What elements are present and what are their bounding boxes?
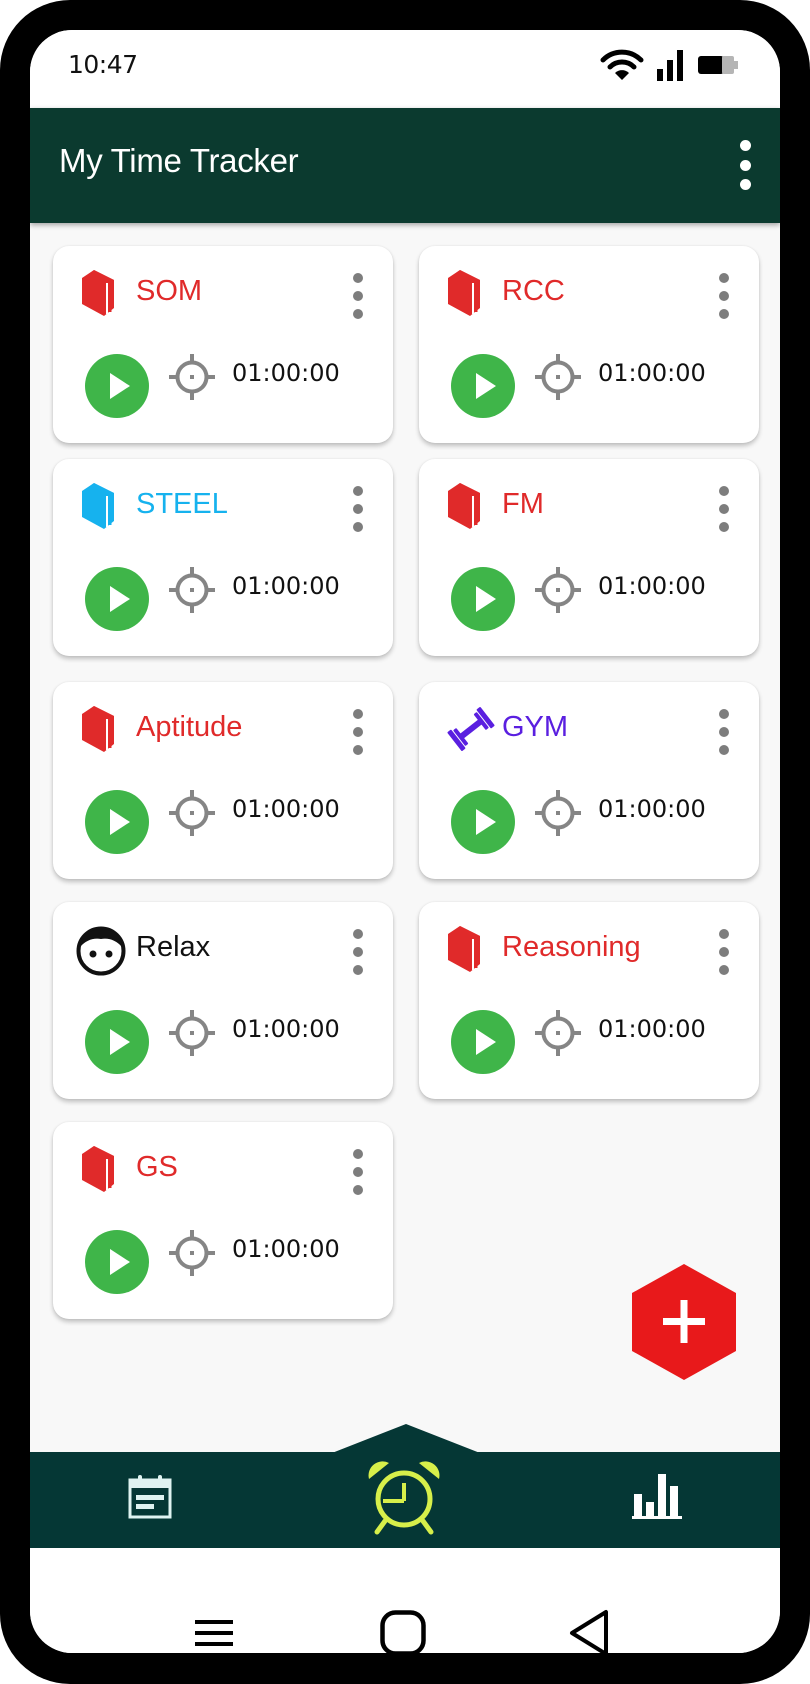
app-bar: My Time Tracker bbox=[30, 108, 780, 223]
home-icon[interactable] bbox=[380, 1610, 426, 1653]
play-button[interactable] bbox=[85, 1010, 149, 1074]
more-vert-icon[interactable] bbox=[717, 709, 731, 755]
activity-name: GYM bbox=[502, 711, 569, 743]
calendar-icon bbox=[128, 1475, 172, 1519]
recents-icon[interactable] bbox=[195, 1620, 233, 1650]
nav-timer[interactable] bbox=[363, 1457, 445, 1541]
alarm-clock-icon bbox=[368, 1461, 440, 1535]
activity-card[interactable]: RCC 01:00:00 bbox=[419, 246, 759, 443]
battery-icon bbox=[698, 56, 738, 74]
activity-name: RCC bbox=[502, 275, 565, 307]
activity-name: Relax bbox=[136, 931, 211, 963]
target-time: 01:00:00 bbox=[598, 795, 706, 823]
target-icon[interactable] bbox=[168, 353, 216, 401]
target-icon[interactable] bbox=[534, 789, 582, 837]
book-icon bbox=[446, 268, 484, 318]
activity-name: Reasoning bbox=[502, 931, 641, 963]
face-icon bbox=[75, 925, 127, 976]
book-icon bbox=[446, 481, 484, 531]
target-icon[interactable] bbox=[534, 1009, 582, 1057]
play-button[interactable] bbox=[85, 354, 149, 418]
play-button[interactable] bbox=[85, 1230, 149, 1294]
more-vert-icon[interactable] bbox=[717, 486, 731, 532]
target-time: 01:00:00 bbox=[232, 359, 340, 387]
book-icon bbox=[80, 481, 118, 531]
more-vert-icon[interactable] bbox=[351, 709, 365, 755]
more-vert-icon[interactable] bbox=[732, 140, 758, 190]
target-time: 01:00:00 bbox=[232, 795, 340, 823]
add-activity-button[interactable] bbox=[630, 1262, 738, 1382]
activity-name: FM bbox=[502, 488, 544, 520]
activity-card[interactable]: STEEL 01:00:00 bbox=[53, 459, 393, 656]
status-bar: 10:47 bbox=[30, 30, 780, 108]
dumbbell-icon bbox=[446, 704, 496, 754]
play-button[interactable] bbox=[451, 567, 515, 631]
play-button[interactable] bbox=[451, 1010, 515, 1074]
more-vert-icon[interactable] bbox=[351, 486, 365, 532]
more-vert-icon[interactable] bbox=[717, 929, 731, 975]
play-button[interactable] bbox=[85, 790, 149, 854]
plus-icon bbox=[632, 1264, 736, 1380]
activity-card[interactable]: SOM 01:00:00 bbox=[53, 246, 393, 443]
signal-icon bbox=[657, 50, 683, 81]
target-time: 01:00:00 bbox=[232, 1015, 340, 1043]
activity-card[interactable]: Relax 01:00:00 bbox=[53, 902, 393, 1099]
activity-card[interactable]: GS 01:00:00 bbox=[53, 1122, 393, 1319]
book-icon bbox=[80, 1144, 118, 1194]
activity-card[interactable]: Reasoning 01:00:00 bbox=[419, 902, 759, 1099]
more-vert-icon[interactable] bbox=[717, 273, 731, 319]
target-icon[interactable] bbox=[168, 1229, 216, 1277]
wifi-icon bbox=[600, 49, 644, 80]
play-button[interactable] bbox=[451, 354, 515, 418]
play-button[interactable] bbox=[85, 567, 149, 631]
target-icon[interactable] bbox=[168, 1009, 216, 1057]
activity-card[interactable]: Aptitude 01:00:00 bbox=[53, 682, 393, 879]
nav-bump bbox=[30, 1424, 780, 1454]
nav-stats[interactable] bbox=[632, 1472, 684, 1524]
book-icon bbox=[80, 704, 118, 754]
activity-card[interactable]: FM 01:00:00 bbox=[419, 459, 759, 656]
phone-screen: 10:47 My Time Tracker SOM 01:00:00 RCC 0… bbox=[30, 30, 780, 1653]
target-time: 01:00:00 bbox=[598, 359, 706, 387]
target-icon[interactable] bbox=[534, 566, 582, 614]
more-vert-icon[interactable] bbox=[351, 273, 365, 319]
activity-card[interactable]: GYM 01:00:00 bbox=[419, 682, 759, 879]
bottom-nav bbox=[30, 1452, 780, 1548]
book-icon bbox=[80, 268, 118, 318]
status-time: 10:47 bbox=[68, 50, 138, 79]
target-time: 01:00:00 bbox=[598, 1015, 706, 1043]
more-vert-icon[interactable] bbox=[351, 929, 365, 975]
target-time: 01:00:00 bbox=[232, 572, 340, 600]
target-time: 01:00:00 bbox=[598, 572, 706, 600]
nav-calendar[interactable] bbox=[127, 1474, 173, 1524]
play-button[interactable] bbox=[451, 790, 515, 854]
app-title: My Time Tracker bbox=[59, 142, 299, 179]
target-icon[interactable] bbox=[168, 566, 216, 614]
activity-name: Aptitude bbox=[136, 711, 243, 743]
status-icons bbox=[600, 48, 740, 82]
more-vert-icon[interactable] bbox=[351, 1149, 365, 1195]
bar-chart-icon bbox=[632, 1474, 682, 1519]
activity-name: STEEL bbox=[136, 488, 228, 520]
target-time: 01:00:00 bbox=[232, 1235, 340, 1263]
activity-name: SOM bbox=[136, 275, 203, 307]
target-icon[interactable] bbox=[534, 353, 582, 401]
system-nav-bar bbox=[30, 1548, 780, 1653]
book-icon bbox=[446, 924, 484, 974]
target-icon[interactable] bbox=[168, 789, 216, 837]
activity-name: GS bbox=[136, 1151, 178, 1183]
back-icon[interactable] bbox=[568, 1608, 612, 1653]
